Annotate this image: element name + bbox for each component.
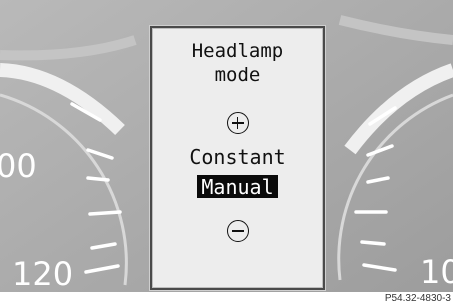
left-gauge-upper-label: 00 xyxy=(0,147,37,185)
multifunction-display: Headlamp mode Constant Manual xyxy=(150,26,325,290)
option-manual-row: Manual xyxy=(152,175,323,199)
figure-reference-code: P54.32-4830-3 xyxy=(384,293,451,304)
plus-circle-icon xyxy=(226,112,249,134)
instrument-cluster-illustration: 00 120 10 Headlamp mode Constant Manual … xyxy=(0,0,453,306)
menu-title-line-1: Headlamp xyxy=(191,40,284,62)
left-gauge-lower-label: 120 xyxy=(12,255,74,293)
minus-circle-icon xyxy=(226,220,249,242)
menu-title-line-2: mode xyxy=(214,64,261,86)
option-constant[interactable]: Constant xyxy=(152,147,323,167)
option-manual-selected[interactable]: Manual xyxy=(197,175,278,198)
right-gauge-lower-label: 10 xyxy=(420,253,453,291)
